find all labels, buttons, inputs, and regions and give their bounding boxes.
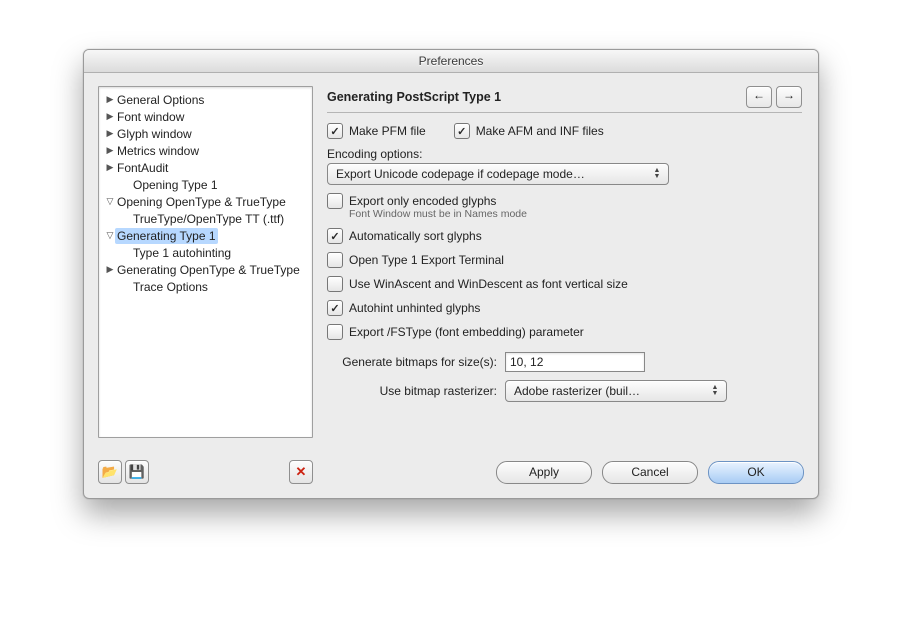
disclosure-arrow-icon: ▶ bbox=[105, 162, 115, 173]
preset-buttons: 📂 💾 bbox=[98, 460, 149, 484]
encoding-options-value: Export Unicode codepage if codepage mode… bbox=[336, 167, 585, 181]
tree-item[interactable]: Opening Type 1 bbox=[99, 176, 312, 193]
window-content: ▶General Options▶Font window▶Glyph windo… bbox=[84, 72, 818, 498]
checkbox-icon bbox=[327, 300, 343, 316]
bitmap-sizes-value: 10, 12 bbox=[510, 355, 543, 369]
tree-item-label: Glyph window bbox=[115, 126, 194, 142]
checkbox-icon bbox=[327, 324, 343, 340]
preferences-window: Preferences ▶General Options▶Font window… bbox=[83, 49, 819, 499]
open-terminal-label: Open Type 1 Export Terminal bbox=[349, 253, 504, 267]
tree-item-label: FontAudit bbox=[115, 160, 170, 176]
cancel-button[interactable]: Cancel bbox=[602, 461, 698, 484]
prev-page-button[interactable]: ← bbox=[746, 86, 772, 108]
bitmap-sizes-label: Generate bitmaps for size(s): bbox=[327, 355, 497, 369]
tree-item[interactable]: ▶Glyph window bbox=[99, 125, 312, 142]
bottom-bar: 📂 💾 ✕ Apply Cancel OK bbox=[84, 452, 818, 498]
autosort-label: Automatically sort glyphs bbox=[349, 229, 482, 243]
make-afm-label: Make AFM and INF files bbox=[476, 124, 604, 138]
tree-item[interactable]: Trace Options bbox=[99, 278, 312, 295]
form-area: Make PFM file Make AFM and INF files Enc… bbox=[327, 123, 802, 402]
tree-item-label: Type 1 autohinting bbox=[131, 245, 233, 261]
tree-item[interactable]: Type 1 autohinting bbox=[99, 244, 312, 261]
encoding-options-label: Encoding options: bbox=[327, 147, 802, 161]
dialog-buttons: Apply Cancel OK bbox=[496, 461, 804, 484]
rasterizer-value: Adobe rasterizer (buil… bbox=[514, 384, 640, 398]
tree-item[interactable]: ▶General Options bbox=[99, 91, 312, 108]
encoding-options-select[interactable]: Export Unicode codepage if codepage mode… bbox=[327, 163, 669, 185]
checkbox-icon bbox=[327, 276, 343, 292]
disclosure-arrow-icon: ▶ bbox=[105, 128, 115, 139]
arrow-left-icon: ← bbox=[753, 88, 765, 102]
divider bbox=[327, 112, 802, 113]
tree-item[interactable]: ▶Font window bbox=[99, 108, 312, 125]
updown-caret-icon: ▲▼ bbox=[708, 383, 722, 399]
tree-item[interactable]: ▶Generating OpenType & TrueType bbox=[99, 261, 312, 278]
open-terminal-checkbox[interactable]: Open Type 1 Export Terminal bbox=[327, 252, 774, 268]
ok-button[interactable]: OK bbox=[708, 461, 804, 484]
disclosure-arrow-icon: ▽ bbox=[105, 230, 115, 241]
detail-header: Generating PostScript Type 1 ← → bbox=[327, 86, 802, 108]
tree-item-label: Generating Type 1 bbox=[115, 228, 218, 244]
detail-panel: Generating PostScript Type 1 ← → bbox=[327, 86, 804, 438]
main-area: ▶General Options▶Font window▶Glyph windo… bbox=[84, 72, 818, 452]
fstype-label: Export /FSType (font embedding) paramete… bbox=[349, 325, 584, 339]
make-afm-checkbox[interactable]: Make AFM and INF files bbox=[454, 123, 604, 139]
preferences-tree[interactable]: ▶General Options▶Font window▶Glyph windo… bbox=[98, 86, 313, 438]
tree-item-label: Metrics window bbox=[115, 143, 201, 159]
disclosure-arrow-icon: ▶ bbox=[105, 94, 115, 105]
checkbox-icon bbox=[327, 228, 343, 244]
floppy-save-icon: 💾 bbox=[129, 464, 145, 480]
tree-item-label: Generating OpenType & TrueType bbox=[115, 262, 302, 278]
export-encoded-note: Font Window must be in Names mode bbox=[349, 208, 802, 220]
updown-caret-icon: ▲▼ bbox=[650, 166, 664, 182]
checkbox-icon bbox=[454, 123, 470, 139]
checkbox-icon bbox=[327, 193, 343, 209]
window-title: Preferences bbox=[84, 50, 818, 73]
tree-item-label: General Options bbox=[115, 92, 206, 108]
winascent-label: Use WinAscent and WinDescent as font ver… bbox=[349, 277, 628, 291]
detail-nav: ← → bbox=[746, 86, 802, 108]
tree-item[interactable]: ▽Generating Type 1 bbox=[99, 227, 312, 244]
tree-item-label: Opening OpenType & TrueType bbox=[115, 194, 288, 210]
tree-item[interactable]: ▶FontAudit bbox=[99, 159, 312, 176]
tree-item[interactable]: TrueType/OpenType TT (.ttf) bbox=[99, 210, 312, 227]
checkbox-icon bbox=[327, 123, 343, 139]
next-page-button[interactable]: → bbox=[776, 86, 802, 108]
save-preset-button[interactable]: 💾 bbox=[125, 460, 149, 484]
bitmap-sizes-input[interactable]: 10, 12 bbox=[505, 352, 645, 372]
export-encoded-label: Export only encoded glyphs bbox=[349, 194, 496, 208]
arrow-right-icon: → bbox=[783, 88, 795, 102]
tree-item[interactable]: ▽Opening OpenType & TrueType bbox=[99, 193, 312, 210]
rasterizer-label: Use bitmap rasterizer: bbox=[327, 384, 497, 398]
sidebar-wrap: ▶General Options▶Font window▶Glyph windo… bbox=[98, 86, 313, 438]
fstype-checkbox[interactable]: Export /FSType (font embedding) paramete… bbox=[327, 324, 774, 340]
disclosure-arrow-icon: ▽ bbox=[105, 196, 115, 207]
disclosure-arrow-icon: ▶ bbox=[105, 264, 115, 275]
disclosure-arrow-icon: ▶ bbox=[105, 145, 115, 156]
tree-item[interactable]: ▶Metrics window bbox=[99, 142, 312, 159]
tree-item-label: Trace Options bbox=[131, 279, 210, 295]
disclosure-arrow-icon: ▶ bbox=[105, 111, 115, 122]
close-x-icon: ✕ bbox=[296, 464, 307, 480]
autohint-checkbox[interactable]: Autohint unhinted glyphs bbox=[327, 300, 774, 316]
checkbox-icon bbox=[327, 252, 343, 268]
winascent-checkbox[interactable]: Use WinAscent and WinDescent as font ver… bbox=[327, 276, 774, 292]
autosort-checkbox[interactable]: Automatically sort glyphs bbox=[327, 228, 774, 244]
detail-title: Generating PostScript Type 1 bbox=[327, 90, 746, 104]
tree-item-label: Font window bbox=[115, 109, 186, 125]
tree-item-label: TrueType/OpenType TT (.ttf) bbox=[131, 211, 286, 227]
export-encoded-checkbox[interactable]: Export only encoded glyphs bbox=[327, 193, 496, 209]
apply-button[interactable]: Apply bbox=[496, 461, 592, 484]
tree-item-label: Opening Type 1 bbox=[131, 177, 220, 193]
make-pfm-label: Make PFM file bbox=[349, 124, 426, 138]
open-preset-button[interactable]: 📂 bbox=[98, 460, 122, 484]
autohint-label: Autohint unhinted glyphs bbox=[349, 301, 480, 315]
make-pfm-checkbox[interactable]: Make PFM file bbox=[327, 123, 426, 139]
folder-open-icon: 📂 bbox=[102, 464, 118, 480]
reset-button[interactable]: ✕ bbox=[289, 460, 313, 484]
rasterizer-select[interactable]: Adobe rasterizer (buil… ▲▼ bbox=[505, 380, 727, 402]
